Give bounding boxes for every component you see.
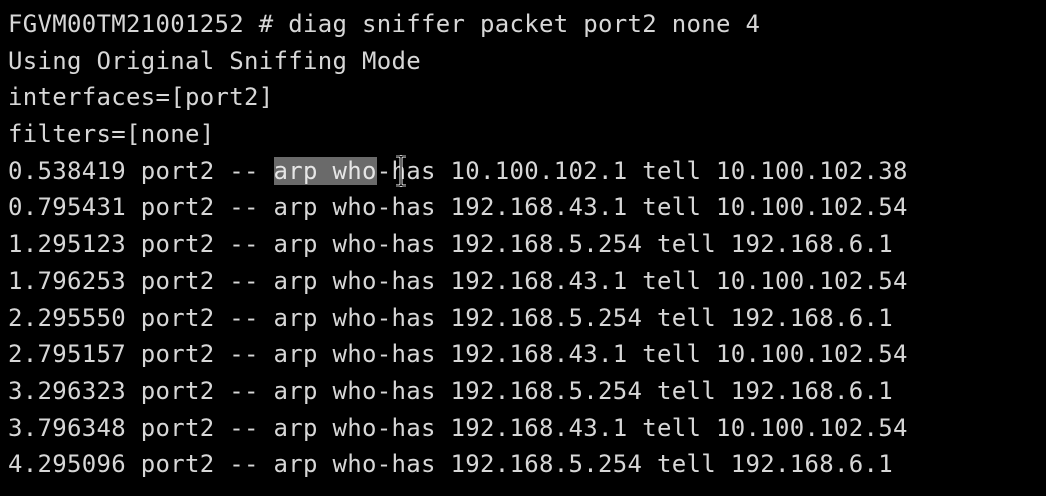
shell-prompt: FGVM00TM21001252 # — [8, 10, 289, 38]
output-line: Using Original Sniffing Mode — [8, 46, 421, 75]
output-line: interfaces=[port2] — [8, 83, 274, 112]
packet-line: 0.538419 port2 -- arp who-has 10.100.102… — [8, 153, 1046, 190]
packet-info: port2 -- arp who-has 192.168.43.1 tell 1… — [126, 193, 908, 222]
packet-line: 3.296323 port2 -- arp who-has 192.168.5.… — [8, 373, 1046, 410]
packet-line: 3.796348 port2 -- arp who-has 192.168.43… — [8, 410, 1046, 447]
packet-info: port2 -- arp who-has 192.168.43.1 tell 1… — [126, 340, 908, 369]
packet-line: 0.795431 port2 -- arp who-has 192.168.43… — [8, 189, 1046, 226]
packet-time: 0.795431 — [8, 193, 126, 222]
selected-text[interactable]: arp who — [273, 156, 377, 185]
packet-time: 3.796348 — [8, 413, 126, 442]
packet-info: port2 -- arp who-has 192.168.43.1 tell 1… — [126, 413, 908, 442]
command-line: FGVM00TM21001252 # diag sniffer packet p… — [8, 6, 1046, 43]
packet-info: port2 -- arp who-has 192.168.5.254 tell … — [126, 303, 893, 332]
packet-line: 1.295123 port2 -- arp who-has 192.168.5.… — [8, 226, 1046, 263]
packet-time: 2.295550 — [8, 303, 126, 332]
packet-time: 3.296323 — [8, 376, 126, 405]
packet-info-tail: -has 10.100.102.1 tell 10.100.102.38 — [376, 156, 908, 185]
packet-time: 1.796253 — [8, 266, 126, 295]
packet-time: 1.295123 — [8, 230, 126, 259]
packet-line: 2.795157 port2 -- arp who-has 192.168.43… — [8, 336, 1046, 373]
command-text: diag sniffer packet port2 none 4 — [288, 10, 761, 38]
packet-info: port2 -- arp who-has 192.168.5.254 tell … — [126, 450, 893, 479]
packet-time: 0.538419 — [8, 156, 126, 185]
packet-info: port2 -- arp who-has 192.168.5.254 tell … — [126, 376, 893, 405]
output-line: filters=[none] — [8, 120, 215, 149]
packet-line: 4.295096 port2 -- arp who-has 192.168.5.… — [8, 446, 1046, 483]
text-cursor-icon — [395, 154, 407, 187]
terminal-window[interactable]: FGVM00TM21001252 # diag sniffer packet p… — [0, 0, 1046, 496]
packet-line: 2.295550 port2 -- arp who-has 192.168.5.… — [8, 300, 1046, 337]
packet-line: 1.796253 port2 -- arp who-has 192.168.43… — [8, 263, 1046, 300]
packet-time: 2.795157 — [8, 340, 126, 369]
packet-info: port2 -- — [126, 156, 274, 185]
packet-info: port2 -- arp who-has 192.168.5.254 tell … — [126, 230, 893, 259]
packet-info: port2 -- arp who-has 192.168.43.1 tell 1… — [126, 266, 908, 295]
packet-time: 4.295096 — [8, 450, 126, 479]
